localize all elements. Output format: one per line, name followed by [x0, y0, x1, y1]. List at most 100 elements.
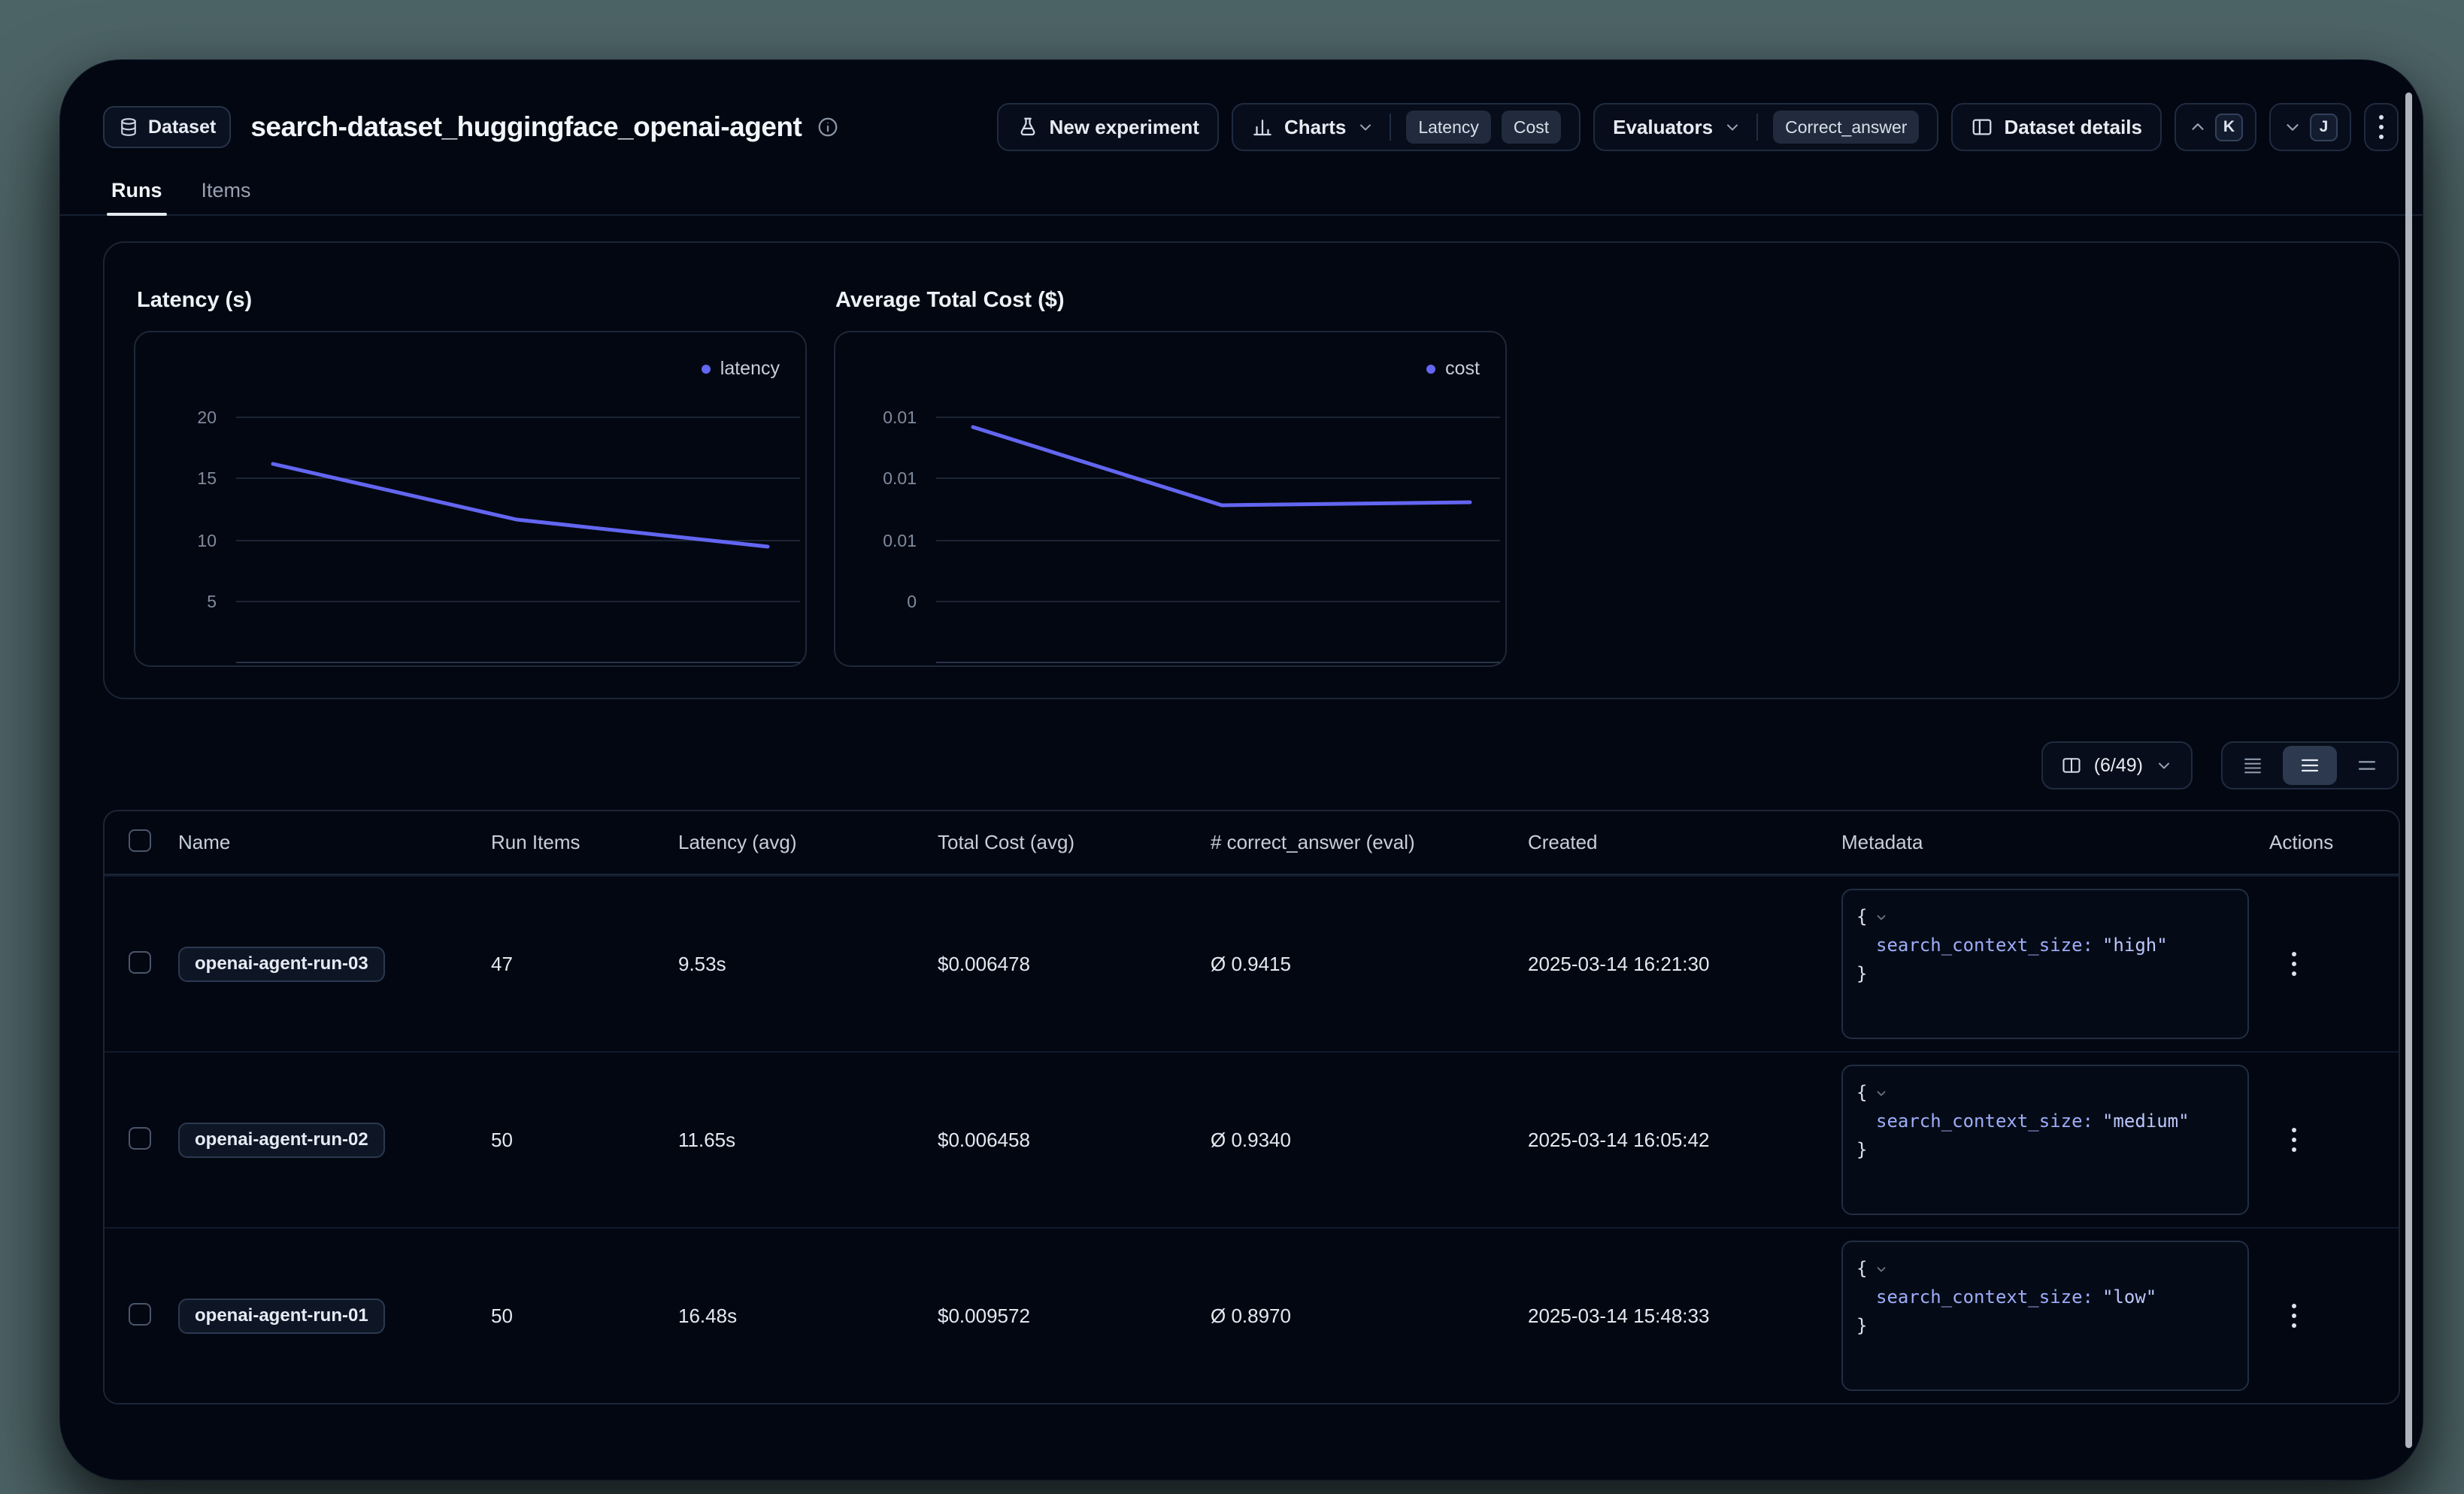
- y-tick-label: 0: [835, 589, 917, 614]
- info-icon[interactable]: [817, 116, 839, 138]
- table-row[interactable]: openai-agent-run-03 47 9.53s $0.006478 Ø…: [105, 875, 2399, 1051]
- cost-chart-title: Average Total Cost ($): [835, 288, 1065, 313]
- evaluator-badge-correct-answer[interactable]: Correct_answer: [1773, 111, 1919, 144]
- run-name-badge[interactable]: openai-agent-run-02: [178, 1123, 385, 1158]
- dataset-details-label: Dataset details: [2004, 116, 2142, 139]
- rows-tall-icon: [2356, 755, 2378, 776]
- panel-icon: [1971, 116, 1993, 138]
- charts-button[interactable]: Charts Latency Cost: [1232, 103, 1581, 151]
- metadata-viewer[interactable]: { search_context_size:"high" }: [1841, 889, 2249, 1039]
- divider: [1756, 114, 1758, 141]
- latency-chart-legend: latency: [702, 358, 780, 380]
- more-menu-button[interactable]: [2364, 103, 2399, 151]
- kbd-shortcut-k: K: [2215, 114, 2243, 141]
- latency-value: 9.53s: [678, 953, 938, 976]
- latency-line-chart-svg: [135, 332, 808, 668]
- column-header-correct-answer[interactable]: # correct_answer (eval): [1211, 831, 1528, 854]
- metadata-close-brace: }: [1856, 1315, 1867, 1336]
- latency-value: 16.48s: [678, 1305, 938, 1328]
- correct-answer-value: Ø 0.8970: [1211, 1305, 1528, 1328]
- chevron-down-icon[interactable]: [1875, 1086, 1888, 1100]
- metadata-open-brace: {: [1856, 1082, 1867, 1103]
- charts-panel: Latency (s) Average Total Cost ($) 20 15…: [103, 241, 2400, 699]
- prev-run-button[interactable]: K: [2175, 103, 2256, 151]
- chevron-down-icon[interactable]: [1875, 911, 1888, 924]
- chart-metric-badge-cost[interactable]: Cost: [1502, 111, 1561, 144]
- dataset-type-badge: Dataset: [103, 106, 231, 148]
- scrollbar[interactable]: [2405, 92, 2412, 1448]
- kebab-icon: [2292, 1128, 2296, 1152]
- new-experiment-label: New experiment: [1050, 116, 1199, 139]
- legend-label: latency: [720, 358, 780, 380]
- row-height-compact-button[interactable]: [2226, 746, 2280, 785]
- metadata-open-brace: {: [1856, 1258, 1867, 1279]
- chart-metric-badge-latency[interactable]: Latency: [1406, 111, 1491, 144]
- y-tick-label: 0.01: [835, 405, 917, 429]
- latency-value: 11.65s: [678, 1129, 938, 1152]
- bar-chart-icon: [1251, 116, 1274, 138]
- chevron-down-icon: [2155, 756, 2173, 774]
- column-header-latency[interactable]: Latency (avg): [678, 831, 938, 854]
- latency-chart-title: Latency (s): [137, 288, 252, 313]
- total-cost-value: $0.009572: [938, 1305, 1211, 1328]
- header: Dataset search-dataset_huggingface_opena…: [103, 102, 2399, 152]
- evaluators-button[interactable]: Evaluators Correct_answer: [1593, 103, 1938, 151]
- chevron-down-icon: [2283, 117, 2302, 137]
- tab-items-label: Items: [202, 179, 251, 202]
- chevron-down-icon[interactable]: [1875, 1262, 1888, 1276]
- legend-label: cost: [1445, 358, 1480, 380]
- row-height-medium-button[interactable]: [2283, 746, 2337, 785]
- run-items-value: 50: [491, 1305, 678, 1328]
- column-header-created[interactable]: Created: [1528, 831, 1841, 854]
- metadata-value: "medium": [2102, 1111, 2190, 1132]
- tab-runs-label: Runs: [111, 179, 162, 202]
- created-value: 2025-03-14 16:21:30: [1528, 953, 1841, 976]
- row-checkbox[interactable]: [129, 1303, 151, 1326]
- y-tick-label: 5: [135, 589, 217, 614]
- tab-items[interactable]: Items: [197, 166, 256, 214]
- y-tick-label: 15: [135, 466, 217, 490]
- metadata-key: search_context_size:: [1876, 1286, 2093, 1308]
- metadata-viewer[interactable]: { search_context_size:"medium" }: [1841, 1065, 2249, 1215]
- select-all-checkbox[interactable]: [129, 829, 151, 852]
- latency-chart: 20 15 10 5 latency: [134, 331, 807, 667]
- column-header-run-items[interactable]: Run Items: [491, 831, 678, 854]
- next-run-button[interactable]: J: [2269, 103, 2351, 151]
- row-height-tall-button[interactable]: [2340, 746, 2394, 785]
- rows-compact-icon: [2242, 755, 2263, 776]
- kebab-icon: [2379, 115, 2384, 139]
- metadata-viewer[interactable]: { search_context_size: "low" }: [1841, 1241, 2249, 1391]
- flask-icon: [1017, 116, 1039, 138]
- metadata-open-brace: {: [1856, 906, 1867, 927]
- run-name-badge[interactable]: openai-agent-run-01: [178, 1299, 385, 1334]
- rows-medium-icon: [2299, 755, 2320, 776]
- table-row[interactable]: openai-agent-run-01 50 16.48s $0.009572 …: [105, 1227, 2399, 1403]
- new-experiment-button[interactable]: New experiment: [997, 103, 1219, 151]
- charts-label: Charts: [1284, 116, 1346, 139]
- column-header-name[interactable]: Name: [178, 831, 491, 854]
- runs-table: Name Run Items Latency (avg) Total Cost …: [103, 810, 2400, 1405]
- column-visibility-button[interactable]: (6/49): [2041, 741, 2193, 789]
- tab-runs[interactable]: Runs: [107, 166, 167, 214]
- row-actions-button[interactable]: [2283, 1295, 2305, 1337]
- row-checkbox[interactable]: [129, 951, 151, 974]
- run-name-badge[interactable]: openai-agent-run-03: [178, 947, 385, 982]
- created-value: 2025-03-14 15:48:33: [1528, 1305, 1841, 1328]
- table-header-row: Name Run Items Latency (avg) Total Cost …: [105, 811, 2399, 875]
- evaluators-label: Evaluators: [1613, 116, 1713, 139]
- row-actions-button[interactable]: [2283, 1119, 2305, 1161]
- row-checkbox[interactable]: [129, 1127, 151, 1150]
- table-row[interactable]: openai-agent-run-02 50 11.65s $0.006458 …: [105, 1051, 2399, 1227]
- metadata-key: search_context_size:: [1876, 935, 2093, 956]
- metadata-close-brace: }: [1856, 963, 1867, 984]
- row-actions-button[interactable]: [2283, 943, 2305, 985]
- chevron-up-icon: [2188, 117, 2208, 137]
- table-toolbar: (6/49): [2041, 741, 2399, 789]
- column-header-total-cost[interactable]: Total Cost (avg): [938, 831, 1211, 854]
- y-tick-label: 20: [135, 405, 217, 429]
- kbd-shortcut-j: J: [2310, 114, 2338, 141]
- dataset-details-button[interactable]: Dataset details: [1951, 103, 2162, 151]
- metadata-value: "low": [2102, 1286, 2156, 1308]
- column-header-metadata[interactable]: Metadata: [1841, 831, 2269, 854]
- created-value: 2025-03-14 16:05:42: [1528, 1129, 1841, 1152]
